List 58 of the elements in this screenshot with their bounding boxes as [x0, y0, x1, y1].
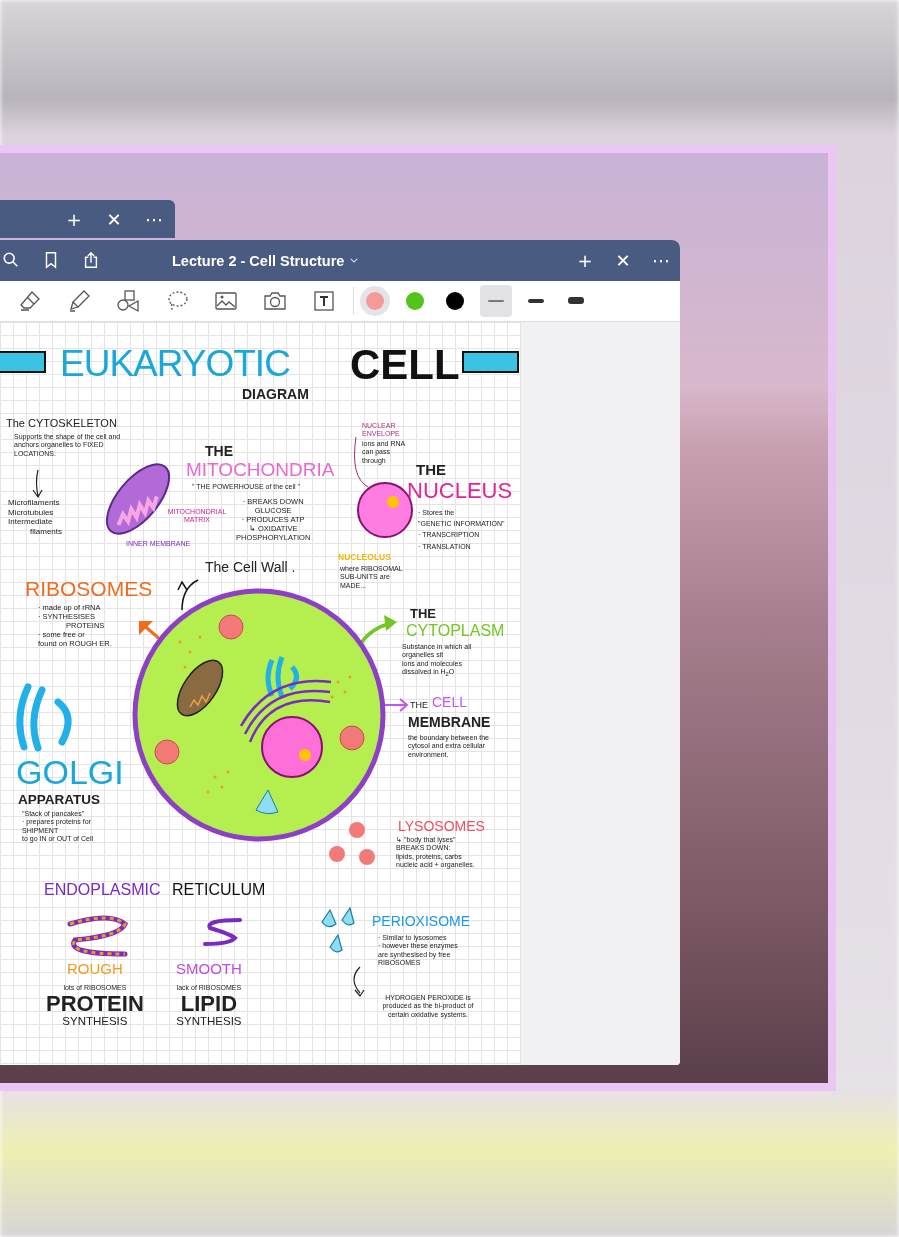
down-arrow — [32, 469, 43, 498]
section-heading: CELL — [432, 694, 468, 711]
section-heading: RETICULUM — [172, 880, 266, 900]
note-title: CELL — [350, 340, 460, 390]
arrow — [382, 698, 409, 712]
note-text: LIPID — [180, 992, 238, 1016]
note-text: SYNTHESIS — [176, 1015, 242, 1030]
section-heading: GOLGI — [16, 752, 124, 793]
section-heading: MEMBRANE — [408, 714, 491, 731]
smooth-er-drawing — [203, 918, 242, 946]
golgi-drawing — [16, 683, 72, 752]
diagram-label: NUCLEOLUS — [338, 552, 391, 563]
highlighter-icon[interactable] — [67, 288, 91, 313]
note-text: Microtubules — [8, 507, 55, 518]
section-heading: The CYTOSKELETON — [6, 417, 117, 431]
section-heading: LYSOSOMES — [398, 818, 485, 835]
title-bar-decoration — [462, 351, 519, 373]
window-button[interactable]: ⋯ — [644, 245, 678, 276]
note-text: Intermediate — [8, 517, 54, 527]
arrow — [177, 579, 199, 611]
diagram-label: The Cell Wall . — [205, 559, 296, 576]
section-heading: CYTOPLASM — [406, 621, 505, 641]
window-button[interactable]: + — [57, 204, 91, 234]
section-heading: ROUGH — [66, 960, 123, 978]
window-button[interactable]: + — [568, 245, 602, 276]
section-heading: THE — [416, 461, 446, 479]
note-text: SYNTHESIS — [62, 1015, 128, 1030]
section-heading: MITOCHONDRIA — [186, 459, 335, 482]
lysosome-drawing — [329, 822, 375, 865]
note-title: EUKARYOTIC — [60, 342, 290, 386]
peroxisome-drawing — [321, 907, 355, 953]
section-heading: THE — [410, 700, 428, 711]
text-box-icon[interactable] — [312, 288, 336, 313]
window-button[interactable]: ✕ — [606, 245, 640, 276]
document-title[interactable]: Lecture 2 - Cell Structure — [172, 252, 345, 269]
window-button[interactable]: ⋯ — [137, 204, 171, 234]
note-text: PROTEIN — [46, 992, 144, 1016]
pen-color-swatch[interactable] — [360, 285, 390, 316]
section-heading: SMOOTH — [176, 960, 242, 978]
note-text: filaments — [29, 526, 62, 537]
section-heading: APPARATUS — [18, 792, 100, 809]
note-subtitle: DIAGRAM — [242, 386, 309, 403]
section-heading: THE — [410, 606, 436, 622]
rough-er-drawing — [67, 915, 128, 957]
title-bar-decoration — [0, 351, 46, 373]
note-text: Microfilaments — [8, 498, 61, 508]
section-heading: ENDOPLASMIC — [44, 880, 161, 900]
share-icon[interactable] — [82, 251, 100, 270]
curved-arrow — [353, 966, 365, 997]
window-button[interactable]: ✕ — [97, 204, 131, 234]
section-heading: THE — [205, 443, 233, 460]
section-heading: RIBOSOMES — [25, 576, 153, 602]
search-icon[interactable] — [2, 251, 20, 270]
shapes-icon[interactable] — [116, 288, 140, 313]
section-heading: PERIOXISOME — [372, 913, 471, 930]
lasso-icon[interactable] — [165, 288, 189, 313]
caret-icon[interactable] — [350, 258, 359, 263]
section-heading: NUCLEUS — [407, 478, 513, 505]
